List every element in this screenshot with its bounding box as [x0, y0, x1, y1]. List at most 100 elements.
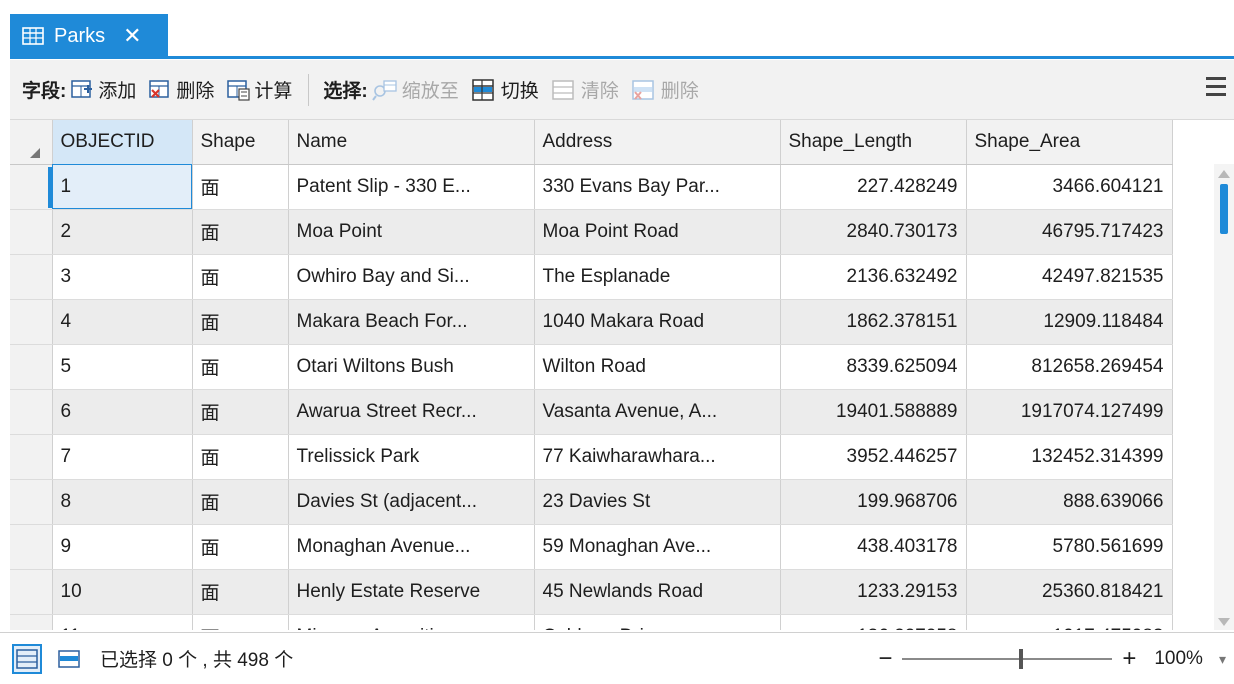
cell-name[interactable]: Makara Beach For...: [288, 299, 535, 345]
menu-icon[interactable]: [1206, 77, 1226, 99]
cell-address[interactable]: Cobham Drive: [534, 614, 781, 630]
cell-shape[interactable]: 面: [192, 569, 289, 615]
cell-address[interactable]: 330 Evans Bay Par...: [534, 164, 781, 210]
scroll-thumb[interactable]: [1220, 184, 1228, 234]
cell-shape-area[interactable]: 812658.269454: [966, 344, 1173, 390]
cell-name[interactable]: Otari Wiltons Bush: [288, 344, 535, 390]
table-row[interactable]: 6 面 Awarua Street Recr... Vasanta Avenue, A…: [10, 389, 1173, 435]
cell-objectid[interactable]: 10: [52, 569, 193, 615]
cell-shape[interactable]: 面: [192, 434, 289, 480]
delete-field-button[interactable]: 删除: [148, 76, 214, 103]
column-header-shape-area[interactable]: Shape_Area: [966, 120, 1173, 165]
cell-name[interactable]: Owhiro Bay and Si...: [288, 254, 535, 300]
add-field-button[interactable]: 添加: [70, 76, 136, 103]
table-row[interactable]: 4 面 Makara Beach For... 1040 Makara Road 186…: [10, 299, 1173, 345]
zoom-to-selection-button[interactable]: 缩放至: [371, 76, 459, 103]
cell-shape[interactable]: 面: [192, 389, 289, 435]
cell-shape-area[interactable]: 888.639066: [966, 479, 1173, 525]
table-row[interactable]: 11面Miramar Amenities...Cobham Drive136.2…: [10, 614, 1173, 630]
cell-address[interactable]: Vasanta Avenue, A...: [534, 389, 781, 435]
cell-shape[interactable]: 面: [192, 164, 289, 210]
row-selector[interactable]: [10, 299, 53, 345]
zoom-in-icon[interactable]: +: [1118, 645, 1140, 673]
column-header-name[interactable]: Name: [288, 120, 535, 165]
table-row[interactable]: 10 面 Henly Estate Reserve 45 Newlands Road 1…: [10, 569, 1173, 615]
cell-shape[interactable]: 面: [192, 344, 289, 390]
column-header-address[interactable]: Address: [534, 120, 781, 165]
cell-shape-area[interactable]: 42497.821535: [966, 254, 1173, 300]
column-header-shape[interactable]: Shape: [192, 120, 289, 165]
cell-shape-length[interactable]: 3952.446257: [780, 434, 967, 480]
close-icon[interactable]: ✕: [123, 25, 141, 47]
cell-shape-length[interactable]: 136.227258: [780, 614, 967, 630]
select-all-corner[interactable]: [10, 120, 53, 165]
cell-objectid[interactable]: 11: [52, 614, 193, 630]
cell-name[interactable]: Trelissick Park: [288, 434, 535, 480]
cell-objectid[interactable]: 4: [52, 299, 193, 345]
row-selector[interactable]: [10, 569, 53, 615]
cell-objectid[interactable]: 3: [52, 254, 193, 300]
scroll-up-icon[interactable]: [1218, 170, 1230, 178]
cell-shape-area[interactable]: 3466.604121: [966, 164, 1173, 210]
cell-address[interactable]: The Esplanade: [534, 254, 781, 300]
cell-address[interactable]: Moa Point Road: [534, 209, 781, 255]
table-row[interactable]: 9 面 Monaghan Avenue... 59 Monaghan Ave... 43…: [10, 524, 1173, 570]
tab-parks[interactable]: Parks ✕: [10, 14, 168, 58]
row-selector[interactable]: [10, 344, 53, 390]
cell-shape-area[interactable]: 5780.561699: [966, 524, 1173, 570]
show-selected-records-button[interactable]: [54, 644, 84, 674]
row-selector[interactable]: [10, 389, 53, 435]
column-header-shape-length[interactable]: Shape_Length: [780, 120, 967, 165]
cell-shape[interactable]: 面: [192, 299, 289, 345]
cell-address[interactable]: 77 Kaiwharawhara...: [534, 434, 781, 480]
delete-selected-button[interactable]: 删除: [631, 76, 699, 103]
cell-shape-area[interactable]: 1017.475983: [966, 614, 1173, 630]
row-selector[interactable]: [10, 479, 53, 525]
cell-shape-length[interactable]: 2840.730173: [780, 209, 967, 255]
cell-objectid[interactable]: 2: [52, 209, 193, 255]
cell-shape[interactable]: 面: [192, 479, 289, 525]
cell-name[interactable]: Davies St (adjacent...: [288, 479, 535, 525]
row-selector[interactable]: [10, 209, 53, 255]
row-selector[interactable]: [10, 164, 53, 210]
zoom-out-icon[interactable]: −: [874, 645, 896, 673]
row-selector[interactable]: [10, 434, 53, 480]
zoom-dropdown-icon[interactable]: ▾: [1219, 651, 1226, 668]
cell-address[interactable]: 23 Davies St: [534, 479, 781, 525]
cell-shape[interactable]: 面: [192, 209, 289, 255]
cell-shape-length[interactable]: 1862.378151: [780, 299, 967, 345]
cell-shape-length[interactable]: 19401.588889: [780, 389, 967, 435]
cell-address[interactable]: 1040 Makara Road: [534, 299, 781, 345]
cell-shape[interactable]: 面: [192, 254, 289, 300]
cell-name[interactable]: Patent Slip - 330 E...: [288, 164, 535, 210]
cell-address[interactable]: 59 Monaghan Ave...: [534, 524, 781, 570]
vertical-scrollbar[interactable]: [1214, 164, 1234, 630]
table-row[interactable]: 7 面 Trelissick Park 77 Kaiwharawhara... 3952…: [10, 434, 1173, 480]
cell-shape[interactable]: 面: [192, 614, 289, 630]
cell-shape-area[interactable]: 132452.314399: [966, 434, 1173, 480]
calculate-field-button[interactable]: 计算: [226, 76, 292, 103]
cell-shape-length[interactable]: 8339.625094: [780, 344, 967, 390]
cell-objectid[interactable]: 8: [52, 479, 193, 525]
cell-shape-length[interactable]: 1233.29153: [780, 569, 967, 615]
row-selector[interactable]: [10, 524, 53, 570]
cell-name[interactable]: Henly Estate Reserve: [288, 569, 535, 615]
cell-shape-length[interactable]: 2136.632492: [780, 254, 967, 300]
table-row[interactable]: 1 面 Patent Slip - 330 E... 330 Evans Bay Pa…: [10, 164, 1173, 210]
clear-selection-button[interactable]: 清除: [551, 76, 619, 103]
table-row[interactable]: 5 面 Otari Wiltons Bush Wilton Road 8339.6250…: [10, 344, 1173, 390]
cell-name[interactable]: Moa Point: [288, 209, 535, 255]
table-row[interactable]: 3 面 Owhiro Bay and Si... The Esplanade 2136.…: [10, 254, 1173, 300]
cell-name[interactable]: Awarua Street Recr...: [288, 389, 535, 435]
cell-shape-area[interactable]: 25360.818421: [966, 569, 1173, 615]
cell-objectid[interactable]: 9: [52, 524, 193, 570]
table-row[interactable]: 8 面 Davies St (adjacent... 23 Davies St 199.…: [10, 479, 1173, 525]
row-selector[interactable]: [10, 614, 53, 630]
show-all-records-button[interactable]: [12, 643, 42, 674]
cell-shape-length[interactable]: 227.428249: [780, 164, 967, 210]
cell-name[interactable]: Monaghan Avenue...: [288, 524, 535, 570]
cell-name[interactable]: Miramar Amenities...: [288, 614, 535, 630]
cell-address[interactable]: 45 Newlands Road: [534, 569, 781, 615]
scroll-down-icon[interactable]: [1218, 618, 1230, 626]
cell-address[interactable]: Wilton Road: [534, 344, 781, 390]
